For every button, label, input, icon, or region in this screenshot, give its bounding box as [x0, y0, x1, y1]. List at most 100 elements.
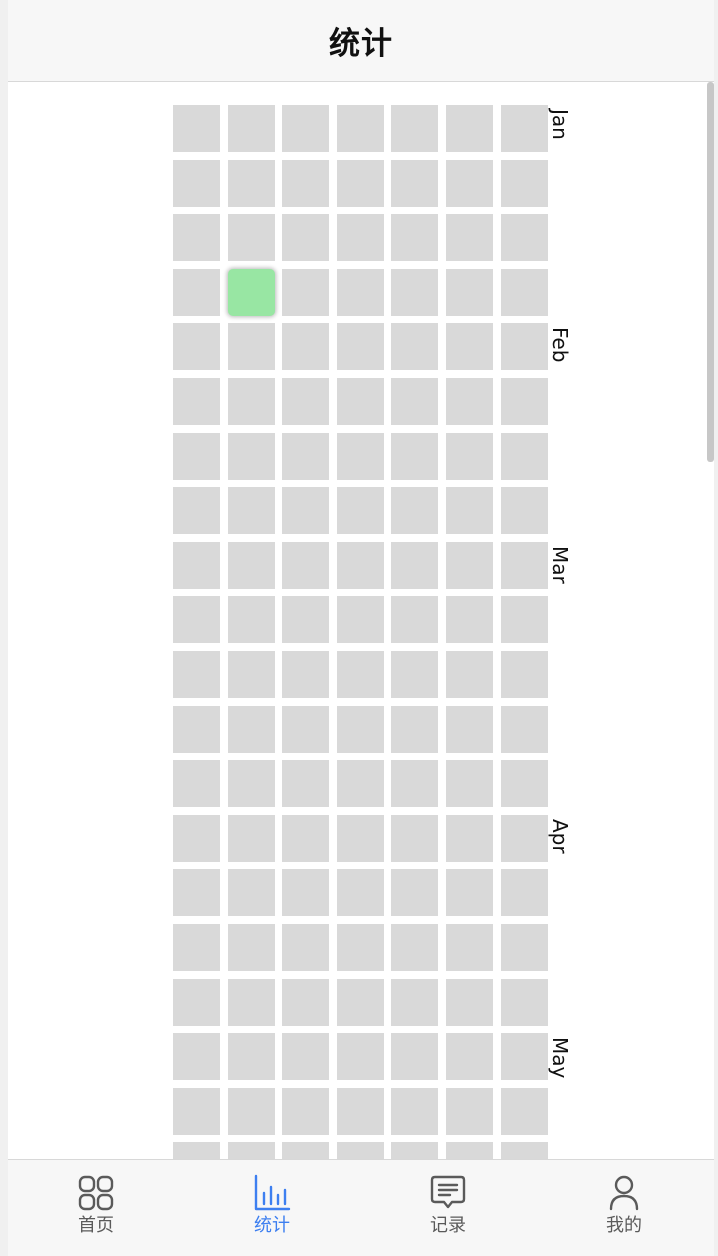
calendar-day-cell[interactable] [500, 978, 548, 1026]
calendar-day-cell[interactable] [282, 596, 330, 644]
calendar-day-cell[interactable] [391, 1033, 439, 1081]
calendar-day-cell[interactable] [336, 869, 384, 917]
calendar-day-cell[interactable] [173, 378, 220, 425]
calendar-day-cell[interactable] [446, 159, 493, 207]
calendar-day-cell[interactable] [227, 323, 275, 371]
calendar-day-cell[interactable] [282, 1033, 330, 1081]
calendar-day-cell[interactable] [391, 596, 439, 644]
calendar-day-cell[interactable] [500, 596, 548, 644]
calendar-day-cell[interactable] [500, 924, 548, 971]
calendar-day-cell[interactable] [500, 1033, 548, 1081]
calendar-day-cell[interactable] [336, 1033, 384, 1081]
calendar-day-cell[interactable] [336, 432, 384, 480]
calendar-day-cell[interactable] [282, 268, 330, 316]
calendar-day-cell[interactable] [500, 159, 548, 207]
calendar-day-cell[interactable] [282, 214, 330, 262]
calendar-day-cell[interactable] [391, 651, 439, 698]
calendar-day-cell[interactable] [227, 541, 275, 589]
calendar-day-cell[interactable] [500, 487, 548, 535]
calendar-day-cell[interactable] [336, 978, 384, 1026]
calendar-day-cell[interactable] [336, 378, 384, 425]
calendar-day-cell[interactable] [391, 268, 439, 316]
calendar-day-cell[interactable] [446, 487, 493, 535]
calendar-day-cell[interactable] [336, 1142, 384, 1159]
calendar-day-cell[interactable] [282, 760, 330, 808]
calendar-day-cell[interactable] [227, 924, 275, 971]
calendar-day-cell[interactable] [173, 1087, 220, 1135]
calendar-day-cell[interactable] [446, 1033, 493, 1081]
calendar-day-cell[interactable] [173, 268, 220, 316]
calendar-day-cell[interactable] [282, 541, 330, 589]
calendar-day-cell[interactable] [282, 978, 330, 1026]
calendar-day-cell[interactable] [227, 378, 275, 425]
calendar-day-cell[interactable] [336, 323, 384, 371]
calendar-day-cell[interactable] [173, 1142, 220, 1159]
calendar-day-cell[interactable] [391, 159, 439, 207]
calendar-day-cell[interactable] [500, 268, 548, 316]
calendar-day-cell[interactable] [446, 105, 493, 152]
calendar-day-cell[interactable] [446, 432, 493, 480]
calendar-day-cell[interactable] [227, 978, 275, 1026]
calendar-day-cell[interactable] [446, 214, 493, 262]
calendar-day-cell[interactable] [446, 651, 493, 698]
calendar-day-cell[interactable] [391, 541, 439, 589]
calendar-day-cell[interactable] [500, 869, 548, 917]
calendar-day-cell[interactable] [227, 705, 275, 753]
calendar-day-cell[interactable] [446, 814, 493, 862]
calendar-day-cell[interactable] [173, 596, 220, 644]
calendar-day-cell[interactable] [446, 323, 493, 371]
calendar-day-cell[interactable] [391, 105, 439, 152]
calendar-day-cell[interactable] [282, 924, 330, 971]
calendar-day-cell[interactable] [391, 705, 439, 753]
tab-home[interactable]: 首页 [8, 1160, 184, 1240]
scrollbar[interactable] [707, 82, 714, 462]
calendar-day-cell[interactable] [446, 978, 493, 1026]
stats-scroll-area[interactable]: Jan Feb Mar Apr May [8, 82, 714, 1159]
calendar-day-cell[interactable] [282, 651, 330, 698]
calendar-day-cell[interactable] [227, 159, 275, 207]
calendar-day-cell[interactable] [282, 432, 330, 480]
calendar-day-cell[interactable] [227, 869, 275, 917]
calendar-day-cell[interactable] [336, 487, 384, 535]
calendar-day-cell[interactable] [282, 378, 330, 425]
calendar-day-cell[interactable] [500, 760, 548, 808]
calendar-day-cell-active[interactable] [227, 268, 275, 316]
calendar-day-cell[interactable] [446, 869, 493, 917]
calendar-day-cell[interactable] [173, 978, 220, 1026]
calendar-day-cell[interactable] [336, 651, 384, 698]
calendar-day-cell[interactable] [391, 760, 439, 808]
calendar-day-cell[interactable] [173, 323, 220, 371]
calendar-day-cell[interactable] [173, 541, 220, 589]
calendar-day-cell[interactable] [227, 814, 275, 862]
calendar-day-cell[interactable] [282, 105, 330, 152]
calendar-day-cell[interactable] [391, 487, 439, 535]
tab-records[interactable]: 记录 [360, 1160, 536, 1240]
calendar-day-cell[interactable] [173, 432, 220, 480]
calendar-day-cell[interactable] [173, 760, 220, 808]
tab-profile[interactable]: 我的 [536, 1160, 712, 1240]
calendar-day-cell[interactable] [227, 1033, 275, 1081]
calendar-day-cell[interactable] [391, 378, 439, 425]
calendar-day-cell[interactable] [391, 323, 439, 371]
calendar-day-cell[interactable] [336, 105, 384, 152]
calendar-day-cell[interactable] [500, 105, 548, 152]
calendar-day-cell[interactable] [500, 541, 548, 589]
calendar-day-cell[interactable] [500, 1142, 548, 1159]
calendar-day-cell[interactable] [282, 814, 330, 862]
calendar-day-cell[interactable] [500, 323, 548, 371]
calendar-day-cell[interactable] [173, 105, 220, 152]
calendar-day-cell[interactable] [336, 705, 384, 753]
calendar-day-cell[interactable] [336, 159, 384, 207]
calendar-day-cell[interactable] [336, 214, 384, 262]
calendar-day-cell[interactable] [227, 651, 275, 698]
calendar-day-cell[interactable] [173, 159, 220, 207]
calendar-day-cell[interactable] [500, 1087, 548, 1135]
calendar-day-cell[interactable] [391, 432, 439, 480]
calendar-day-cell[interactable] [391, 978, 439, 1026]
calendar-day-cell[interactable] [282, 869, 330, 917]
calendar-day-cell[interactable] [391, 1087, 439, 1135]
tab-stats[interactable]: 统计 [184, 1160, 360, 1240]
calendar-day-cell[interactable] [336, 268, 384, 316]
calendar-day-cell[interactable] [446, 268, 493, 316]
calendar-day-cell[interactable] [227, 214, 275, 262]
